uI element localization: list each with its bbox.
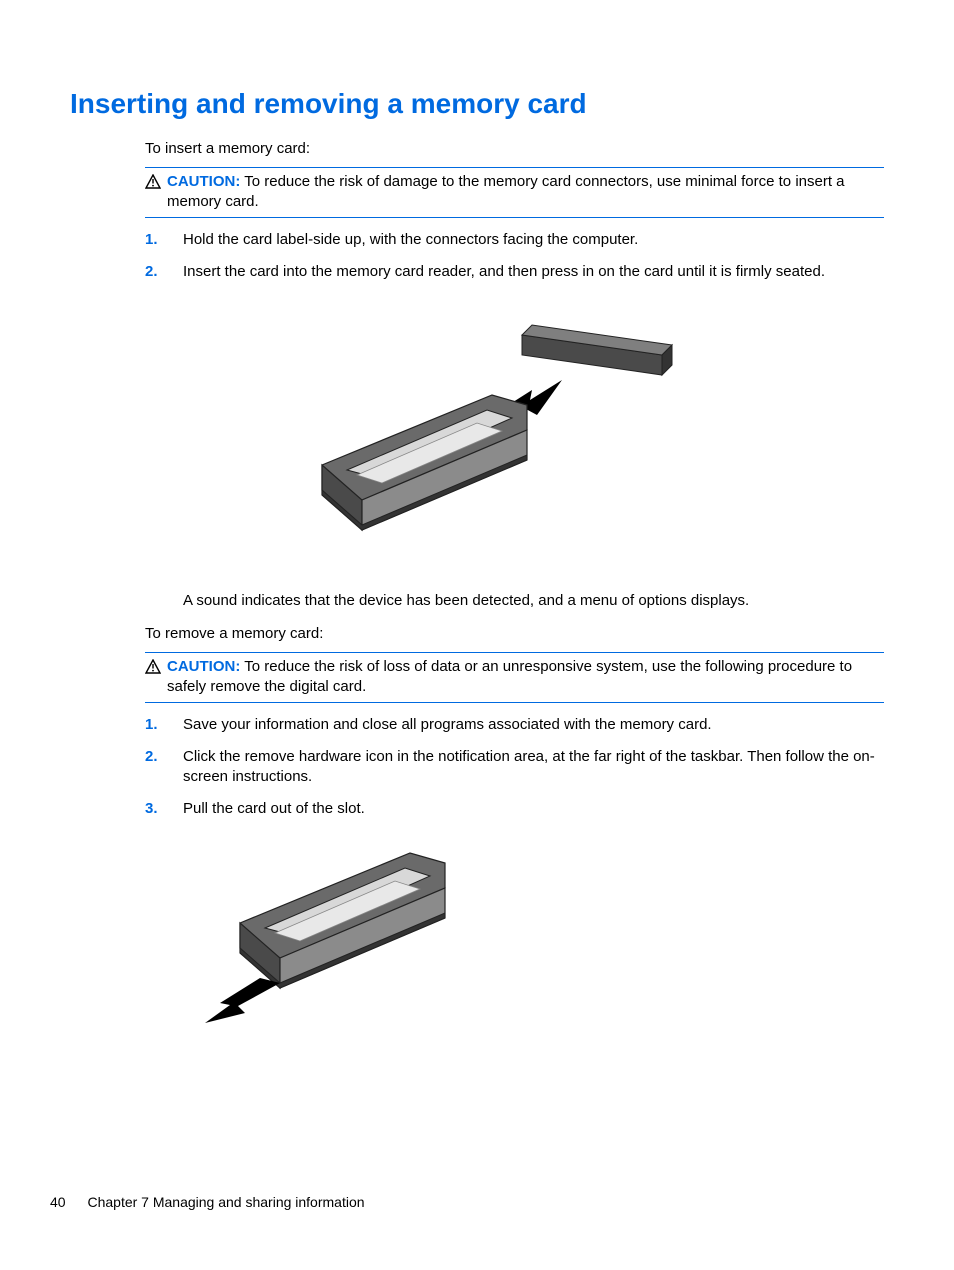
caution-label: CAUTION: — [167, 173, 240, 190]
step-number: 2. — [145, 747, 163, 788]
caution-body: To reduce the risk of loss of data or an… — [167, 658, 852, 695]
caution-insert: CAUTION: To reduce the risk of damage to… — [145, 167, 884, 218]
steps-insert: 1. Hold the card label-side up, with the… — [145, 230, 884, 283]
step-number: 3. — [145, 799, 163, 819]
figure-remove-card — [190, 838, 884, 1042]
caution-label: CAUTION: — [167, 658, 240, 675]
warning-icon — [145, 174, 161, 193]
step-text: Pull the card out of the slot. — [183, 799, 365, 819]
page-heading: Inserting and removing a memory card — [70, 88, 884, 120]
post-step-insert: A sound indicates that the device has be… — [183, 592, 884, 609]
list-item: 2. Click the remove hardware icon in the… — [145, 747, 884, 788]
chapter-label: Chapter 7 Managing and sharing informati… — [87, 1194, 364, 1210]
list-item: 1. Hold the card label-side up, with the… — [145, 230, 884, 250]
step-number: 1. — [145, 230, 163, 250]
step-text: Click the remove hardware icon in the no… — [183, 747, 884, 788]
step-number: 1. — [145, 715, 163, 735]
step-number: 2. — [145, 262, 163, 282]
intro-remove: To remove a memory card: — [145, 625, 884, 642]
caution-remove-text: CAUTION: To reduce the risk of loss of d… — [167, 657, 884, 698]
list-item: 1. Save your information and close all p… — [145, 715, 884, 735]
step-text: Hold the card label-side up, with the co… — [183, 230, 638, 250]
page-footer: 40 Chapter 7 Managing and sharing inform… — [50, 1194, 365, 1210]
page-number: 40 — [50, 1194, 66, 1210]
list-item: 2. Insert the card into the memory card … — [145, 262, 884, 282]
list-item: 3. Pull the card out of the slot. — [145, 799, 884, 819]
steps-remove: 1. Save your information and close all p… — [145, 715, 884, 820]
warning-icon — [145, 659, 161, 678]
intro-insert: To insert a memory card: — [145, 140, 884, 157]
caution-body: To reduce the risk of damage to the memo… — [167, 173, 845, 210]
caution-remove: CAUTION: To reduce the risk of loss of d… — [145, 652, 884, 703]
step-text: Insert the card into the memory card rea… — [183, 262, 825, 282]
step-text: Save your information and close all prog… — [183, 715, 712, 735]
figure-insert-card — [70, 300, 884, 574]
caution-insert-text: CAUTION: To reduce the risk of damage to… — [167, 172, 884, 213]
